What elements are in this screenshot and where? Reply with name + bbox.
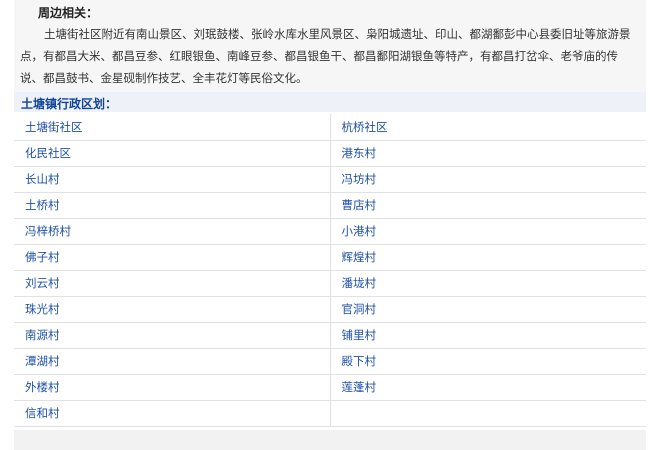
district-row: 化民社区 港东村 (14, 140, 646, 167)
district-cell-right: 冯坊村 (330, 166, 646, 193)
district-row: 冯梓桥村 小港村 (14, 218, 646, 245)
district-link[interactable]: 辉煌村 (342, 250, 377, 264)
district-cell-left: 佛子村 (14, 244, 331, 271)
district-cell-left: 刘云村 (14, 270, 331, 297)
district-link[interactable]: 珠光村 (25, 302, 60, 316)
district-link[interactable]: 潘垅村 (342, 276, 377, 290)
district-link[interactable]: 外楼村 (25, 380, 60, 394)
district-link[interactable]: 土塘街社区 (25, 120, 83, 134)
district-row: 土桥村 曹店村 (14, 192, 646, 219)
district-link[interactable]: 长山村 (25, 172, 60, 186)
district-cell-left: 化民社区 (14, 140, 331, 167)
district-cell-left: 珠光村 (14, 296, 331, 323)
district-link[interactable]: 信和村 (25, 406, 60, 420)
district-section-header: 土塘镇行政区划： (14, 92, 646, 112)
district-cell-left: 长山村 (14, 166, 331, 193)
district-link[interactable]: 土桥村 (25, 198, 60, 212)
nearby-description: 土塘街社区附近有南山景区、刘珉鼓楼、张岭水库水里风景区、枭阳城遗址、印山、都湖鄱… (20, 27, 631, 85)
district-link[interactable]: 曹店村 (342, 198, 377, 212)
nearby-heading: 周边相关： (38, 6, 99, 20)
district-row: 珠光村 官洞村 (14, 296, 646, 323)
district-cell-right (330, 400, 646, 427)
district-cell-right: 铺里村 (330, 322, 646, 349)
district-row: 信和村 (14, 400, 646, 427)
district-row: 土塘街社区 杭桥社区 (14, 114, 646, 141)
district-link[interactable]: 小港村 (342, 224, 377, 238)
district-row: 佛子村 辉煌村 (14, 244, 646, 271)
district-link[interactable]: 化民社区 (25, 146, 71, 160)
district-link[interactable]: 铺里村 (342, 328, 377, 342)
district-row: 潭湖村 殿下村 (14, 348, 646, 375)
district-link[interactable]: 莲蓬村 (342, 380, 377, 394)
district-cell-right: 小港村 (330, 218, 646, 245)
district-cell-right: 辉煌村 (330, 244, 646, 271)
district-title: 土塘镇行政区划： (21, 97, 118, 111)
district-cell-right: 潘垅村 (330, 270, 646, 297)
district-link[interactable]: 港东村 (342, 146, 377, 160)
district-link[interactable]: 佛子村 (25, 250, 60, 264)
district-cell-left: 南源村 (14, 322, 331, 349)
district-row: 刘云村 潘垅村 (14, 270, 646, 297)
district-link[interactable]: 刘云村 (25, 276, 60, 290)
bottom-strip (14, 430, 646, 450)
district-row: 外楼村 莲蓬村 (14, 374, 646, 401)
district-cell-left: 外楼村 (14, 374, 331, 401)
district-cell-left: 信和村 (14, 400, 331, 427)
district-link[interactable]: 杭桥社区 (342, 120, 388, 134)
district-cell-left: 潭湖村 (14, 348, 331, 375)
district-link[interactable]: 殿下村 (342, 354, 377, 368)
district-cell-right: 莲蓬村 (330, 374, 646, 401)
district-link[interactable]: 南源村 (25, 328, 60, 342)
district-link[interactable]: 潭湖村 (25, 354, 60, 368)
district-cell-right: 曹店村 (330, 192, 646, 219)
district-link[interactable]: 冯梓桥村 (25, 224, 71, 238)
district-link[interactable]: 冯坊村 (342, 172, 377, 186)
district-link[interactable]: 官洞村 (342, 302, 377, 316)
district-cell-right: 官洞村 (330, 296, 646, 323)
district-row: 南源村 铺里村 (14, 322, 646, 349)
district-cell-right: 港东村 (330, 140, 646, 167)
district-cell-left: 冯梓桥村 (14, 218, 331, 245)
district-table: 土塘街社区 杭桥社区化民社区 港东村长山村 冯坊村土桥村 曹店村冯梓桥村 小港村佛子村 辉煌… (14, 114, 646, 427)
district-cell-left: 土桥村 (14, 192, 331, 219)
district-row: 长山村 冯坊村 (14, 166, 646, 193)
district-cell-right: 杭桥社区 (330, 114, 646, 141)
district-cell-left: 土塘街社区 (14, 114, 331, 141)
district-cell-right: 殿下村 (330, 348, 646, 375)
